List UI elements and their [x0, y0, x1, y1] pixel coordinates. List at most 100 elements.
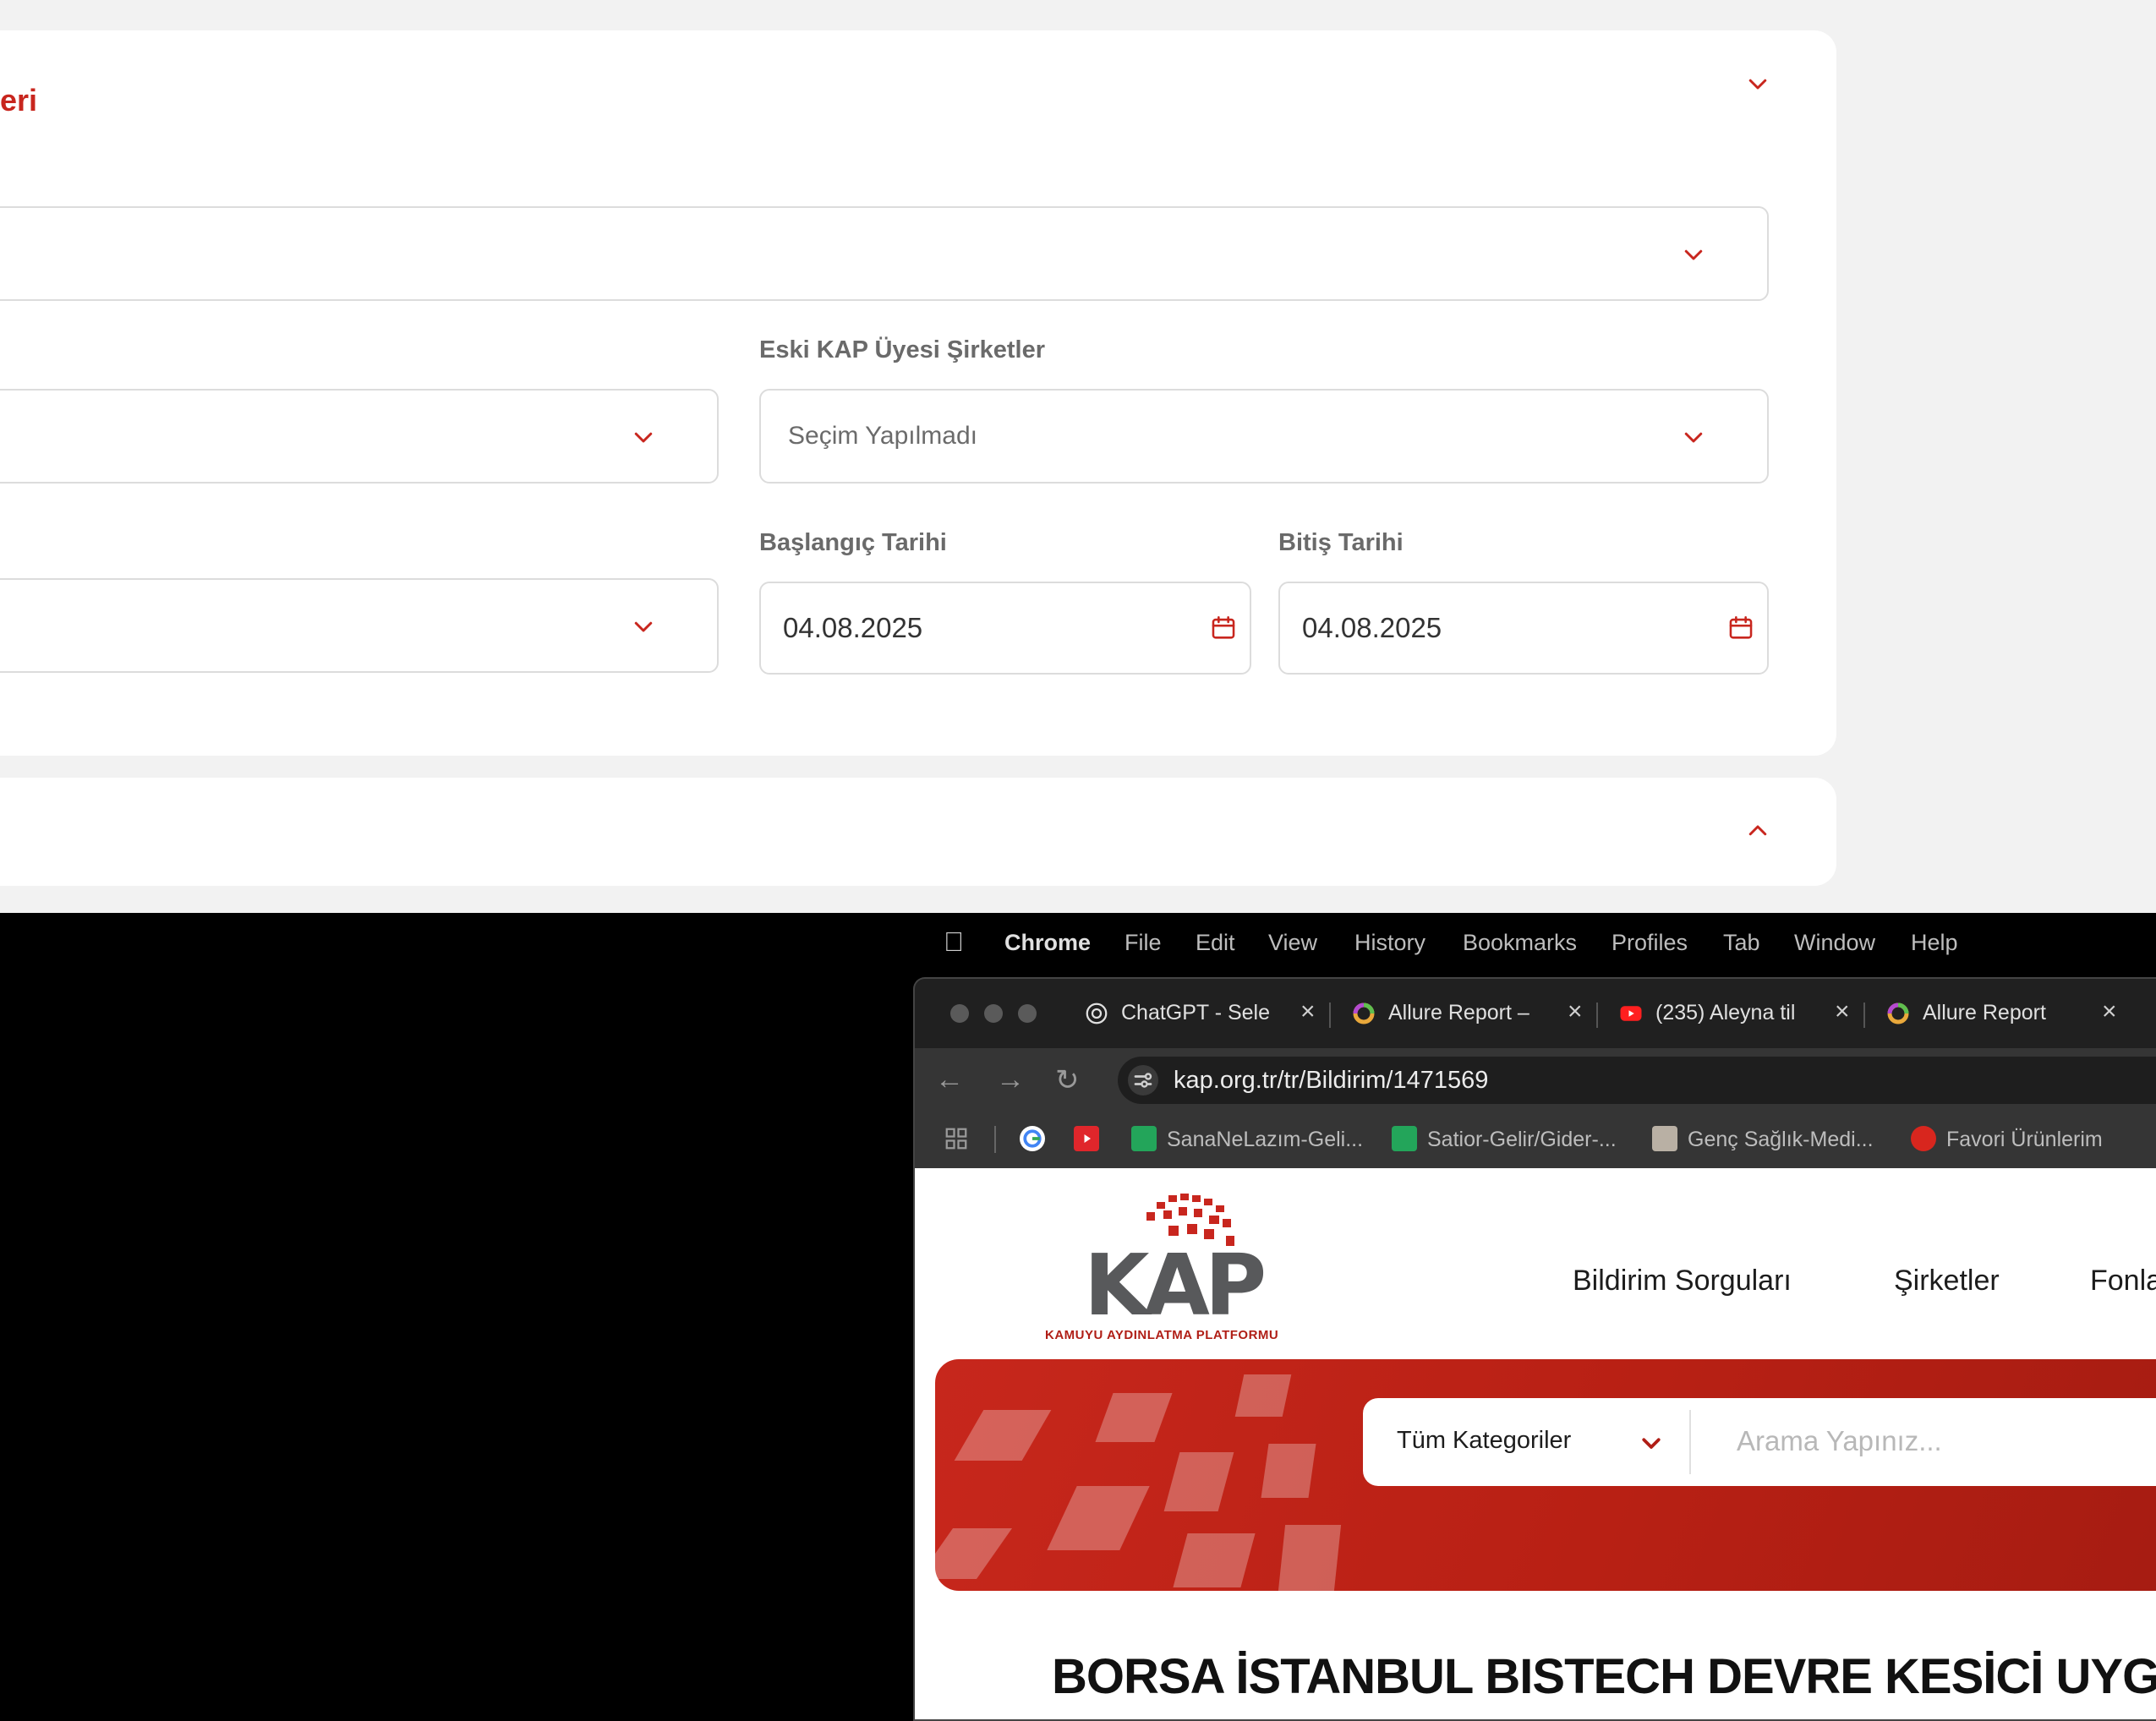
menu-window[interactable]: Window — [1794, 930, 1875, 956]
search-divider — [1689, 1410, 1691, 1474]
menu-view[interactable]: View — [1268, 930, 1317, 956]
menu-history[interactable]: History — [1354, 930, 1425, 956]
tab-separator — [1596, 1003, 1598, 1028]
tab-strip: ChatGPT - Sele × Allure Report – × (235)… — [915, 979, 2156, 1048]
decor-tile — [1261, 1444, 1316, 1498]
chevron-up-icon[interactable] — [1745, 818, 1770, 844]
menu-help[interactable]: Help — [1911, 930, 1958, 956]
search-box: Tüm Kategoriler Arama Yapınız... — [1363, 1398, 2156, 1486]
tab-title: (235) Aleyna til — [1655, 1001, 1796, 1024]
google-icon[interactable] — [1020, 1126, 1045, 1151]
allure-icon — [1885, 1001, 1911, 1026]
collapsed-card[interactable] — [0, 778, 1836, 886]
site-favicon[interactable] — [1652, 1126, 1677, 1151]
hero-banner: Tüm Kategoriler Arama Yapınız... — [935, 1359, 2156, 1591]
chrome-window: ChatGPT - Sele × Allure Report – × (235)… — [913, 977, 2156, 1721]
youtube-icon — [1618, 1001, 1644, 1026]
bookmark-genc-saglik[interactable]: Genç Sağlık-Medi... — [1688, 1128, 1874, 1152]
back-arrow-icon[interactable]: ← — [935, 1063, 964, 1096]
calendar-icon[interactable] — [1726, 614, 1755, 642]
period-select[interactable] — [0, 578, 719, 673]
calendar-icon[interactable] — [1209, 614, 1238, 642]
filter-card: eri Eski KAP Üyesi Şirketler Seçim Yapıl… — [0, 30, 1836, 756]
allure-icon — [1351, 1001, 1376, 1026]
tab-separator — [1329, 1003, 1331, 1028]
url-text: kap.org.tr/tr/Bildirim/1471569 — [1174, 1067, 1489, 1094]
tab-youtube[interactable]: (235) Aleyna til × — [1618, 991, 1872, 1036]
toolbar: ← → ↻ kap.org.tr/tr/Bildirim/1471569 — [915, 1048, 2156, 1111]
kap-page: KAP KAMUYU AYDINLATMA PLATFORMU Bildirim… — [915, 1168, 2156, 1719]
bookmark-favori[interactable]: Favori Ürünlerim — [1946, 1128, 2103, 1152]
apps-grid-icon[interactable] — [944, 1126, 969, 1151]
section-title: eri — [0, 83, 38, 117]
chevron-down-icon[interactable] — [1639, 1430, 1664, 1456]
favorites-icon[interactable] — [1911, 1126, 1936, 1151]
end-date-input[interactable]: 04.08.2025 — [1278, 582, 1769, 675]
window-minimize-button[interactable] — [984, 1004, 1003, 1023]
menu-file[interactable]: File — [1125, 930, 1162, 956]
menu-profiles[interactable]: Profiles — [1612, 930, 1688, 956]
decor-tile — [1163, 1452, 1234, 1511]
menu-bookmarks[interactable]: Bookmarks — [1463, 930, 1577, 956]
decor-tile — [954, 1410, 1052, 1461]
window-zoom-button[interactable] — [1018, 1004, 1037, 1023]
kap-logo[interactable]: KAP KAMUYU AYDINLATMA PLATFORMU — [1042, 1192, 1312, 1344]
tab-title: ChatGPT - Sele — [1121, 1001, 1270, 1024]
chatgpt-icon — [1084, 1001, 1109, 1026]
decor-tile — [1095, 1393, 1173, 1442]
start-date-value: 04.08.2025 — [783, 612, 923, 643]
tab-separator — [1863, 1003, 1865, 1028]
nav-sirketler[interactable]: Şirketler — [1894, 1265, 2000, 1298]
bookmarks-divider — [994, 1126, 996, 1153]
old-members-label: Eski KAP Üyesi Şirketler — [759, 336, 1045, 363]
close-icon[interactable]: × — [1568, 997, 1583, 1026]
close-icon[interactable]: × — [1835, 997, 1850, 1026]
collapse-chevron-icon[interactable] — [1745, 71, 1770, 96]
bookmark-sananelazim[interactable]: SanaNeLazım-Geli... — [1167, 1128, 1363, 1152]
nav-bildirim-sorgulari[interactable]: Bildirim Sorguları — [1573, 1265, 1792, 1298]
tab-title: Allure Report – — [1388, 1001, 1529, 1024]
sheets-icon[interactable] — [1131, 1126, 1157, 1151]
bookmarks-bar: SanaNeLazım-Geli... Satior-Gelir/Gider-.… — [915, 1111, 2156, 1168]
decor-tile — [1278, 1525, 1342, 1591]
tab-chatgpt[interactable]: ChatGPT - Sele × — [1084, 991, 1338, 1036]
svg-text:KAMUYU AYDINLATMA PLATFORMU: KAMUYU AYDINLATMA PLATFORMU — [1045, 1328, 1278, 1342]
decor-tile — [935, 1528, 1013, 1579]
address-bar[interactable]: kap.org.tr/tr/Bildirim/1471569 — [1118, 1057, 2156, 1104]
old-members-select[interactable]: Seçim Yapılmadı — [759, 389, 1769, 484]
close-icon[interactable]: × — [1300, 997, 1316, 1026]
category-select[interactable] — [0, 206, 1769, 301]
decor-tile — [1234, 1374, 1292, 1417]
window-close-button[interactable] — [950, 1004, 969, 1023]
filter-panel-zoomed: eri Eski KAP Üyesi Şirketler Seçim Yapıl… — [0, 0, 2156, 913]
apple-icon[interactable]:  — [944, 926, 964, 958]
tab-title: Allure Report — [1923, 1001, 2046, 1024]
bookmark-satior[interactable]: Satior-Gelir/Gider-... — [1427, 1128, 1617, 1152]
svg-text:KAP: KAP — [1084, 1236, 1264, 1335]
forward-arrow-icon[interactable]: → — [996, 1063, 1025, 1096]
mac-menubar:  Chrome File Edit View History Bookmark… — [913, 913, 2156, 975]
tab-allure-report-2[interactable]: Allure Report × — [1885, 991, 2139, 1036]
site-settings-icon[interactable] — [1128, 1065, 1158, 1095]
tab-allure-report-1[interactable]: Allure Report – × — [1351, 991, 1605, 1036]
chevron-down-icon — [631, 424, 656, 450]
menu-app-name[interactable]: Chrome — [1004, 930, 1091, 956]
reload-icon[interactable]: ↻ — [1055, 1063, 1080, 1097]
nav-fonlar[interactable]: Fonla — [2090, 1265, 2156, 1298]
close-icon[interactable]: × — [2102, 997, 2117, 1026]
chevron-down-icon — [1681, 242, 1706, 267]
menu-tab[interactable]: Tab — [1723, 930, 1760, 956]
start-date-input[interactable]: 04.08.2025 — [759, 582, 1251, 675]
chevron-down-icon — [631, 614, 656, 639]
youtube-icon[interactable] — [1074, 1126, 1099, 1151]
sheets-icon[interactable] — [1392, 1126, 1417, 1151]
search-category-select[interactable]: Tüm Kategoriler — [1397, 1427, 1571, 1455]
company-select[interactable] — [0, 389, 719, 484]
decor-tile — [1047, 1486, 1150, 1550]
desktop-screenshot:  Chrome File Edit View History Bookmark… — [0, 913, 2156, 1721]
page-headline: BORSA İSTANBUL BISTECH DEVRE KESİCİ UYGU… — [1052, 1649, 2156, 1704]
end-date-label: Bitiş Tarihi — [1278, 529, 1404, 556]
search-input[interactable]: Arama Yapınız... — [1737, 1425, 1942, 1457]
menu-edit[interactable]: Edit — [1196, 930, 1235, 956]
chevron-down-icon — [1681, 424, 1706, 450]
